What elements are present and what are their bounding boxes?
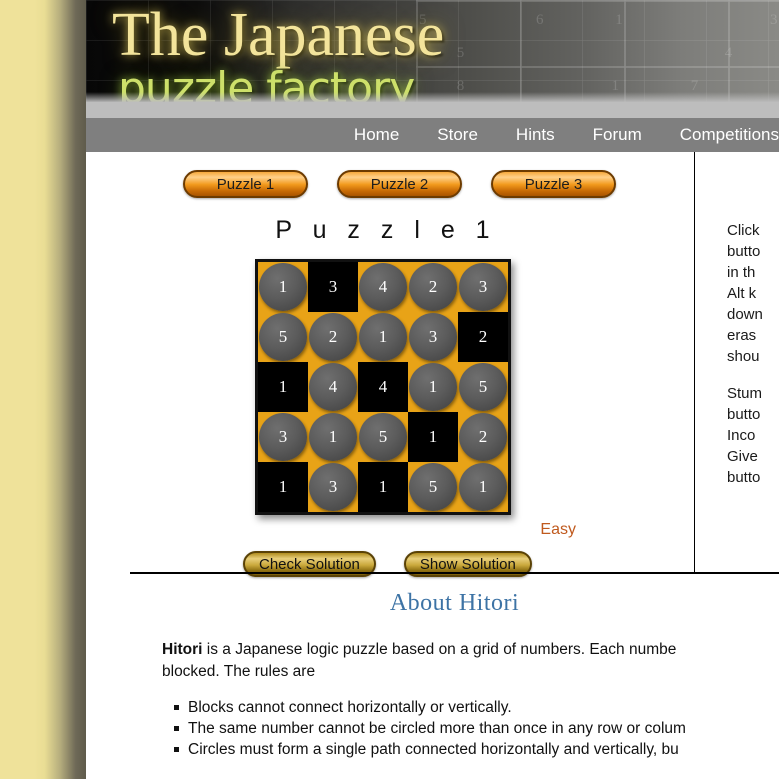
rule-item: The same number cannot be circled more t… <box>174 718 779 739</box>
grid-cell[interactable]: 2 <box>408 262 458 312</box>
grid-cell[interactable]: 1 <box>258 262 308 312</box>
nav-item-forum[interactable]: Forum <box>574 125 661 145</box>
sidebar-text-line: butto <box>727 469 761 486</box>
grid-cell-value: 2 <box>478 427 488 446</box>
grid-cell-value: 5 <box>428 477 438 496</box>
sidebar-text-line: shou <box>727 348 760 365</box>
site-banner: 5 6 1 3 5 4 8 1 7 2 1 2 The Japanese puz… <box>86 0 779 118</box>
grid-cell-value: 4 <box>328 377 338 396</box>
sidebar-text-line: Give <box>727 448 758 465</box>
grid-cell[interactable]: 1 <box>408 412 458 462</box>
grid-cell[interactable]: 1 <box>408 362 458 412</box>
rule-item: Circles must form a single path connecte… <box>174 739 779 760</box>
grid-cell[interactable]: 3 <box>258 412 308 462</box>
about-intro-line2: blocked. The rules are <box>162 663 316 680</box>
puzzle-2-button[interactable]: Puzzle 2 <box>337 170 462 198</box>
grid-cell-value: 1 <box>278 477 288 496</box>
grid-cell[interactable]: 2 <box>458 412 508 462</box>
section-divider <box>130 572 779 574</box>
grid-cell-value: 4 <box>378 377 388 396</box>
grid-cell-value: 3 <box>478 277 488 296</box>
grid-cell[interactable]: 4 <box>308 362 358 412</box>
grid-cell-value: 1 <box>428 427 438 446</box>
grid-cell[interactable]: 3 <box>408 312 458 362</box>
puzzle-title: P u z z l e 1 <box>275 216 497 244</box>
grid-cell[interactable]: 2 <box>308 312 358 362</box>
hitori-grid[interactable]: 1 3 4 2 3 5 2 1 3 2 1 4 4 1 5 3 1 5 1 2 1 3 1 5 1 <box>255 259 511 515</box>
nav-list: Home Store Hints Forum Competitions <box>335 125 779 145</box>
left-decorative-strip <box>0 0 86 779</box>
grid-cell-value: 3 <box>328 477 338 496</box>
instructions-sidebar: Click butto in th Alt k down eras shou Stum but… <box>694 152 779 572</box>
grid-cell-value: 1 <box>378 327 388 346</box>
grid-cell[interactable]: 1 <box>258 362 308 412</box>
grid-cell-value: 3 <box>428 327 438 346</box>
difficulty-label: Easy <box>540 521 576 538</box>
grid-cell[interactable]: 4 <box>358 362 408 412</box>
about-heading: About Hitori <box>389 590 520 616</box>
main-navigation: Home Store Hints Forum Competitions <box>86 118 779 152</box>
about-intro-text: Hitori is a Japanese logic puzzle based … <box>162 639 779 683</box>
grid-cell-value: 2 <box>328 327 338 346</box>
about-section: About Hitori Hitori is a Japanese logic … <box>130 572 779 760</box>
sidebar-text-line: in th <box>727 264 756 281</box>
grid-cell-value: 4 <box>378 277 388 296</box>
grid-cell-value: 1 <box>478 477 488 496</box>
puzzle-grid-wrapper: 1 3 4 2 3 5 2 1 3 2 1 4 4 1 5 3 1 5 1 2 1 3 1 5 1 <box>86 259 694 515</box>
sidebar-text-line: butto <box>727 406 761 423</box>
sidebar-text-line: Alt k <box>727 285 757 302</box>
grid-cell[interactable]: 5 <box>258 312 308 362</box>
grid-cell[interactable]: 1 <box>458 462 508 512</box>
grid-cell[interactable]: 1 <box>358 462 408 512</box>
grid-cell[interactable]: 1 <box>308 412 358 462</box>
puzzle-main-column: Puzzle 1 Puzzle 2 Puzzle 3 P u z z l e 1… <box>86 152 694 577</box>
page-column: 5 6 1 3 5 4 8 1 7 2 1 2 The Japanese puz… <box>86 0 779 779</box>
grid-cell[interactable]: 1 <box>258 462 308 512</box>
grid-cell-value: 1 <box>428 377 438 396</box>
puzzle-3-button[interactable]: Puzzle 3 <box>491 170 616 198</box>
grid-cell-value: 3 <box>328 277 338 296</box>
nav-item-hints[interactable]: Hints <box>497 125 574 145</box>
sidebar-text-line: butto <box>727 243 761 260</box>
grid-cell-value: 5 <box>278 327 288 346</box>
nav-item-store[interactable]: Store <box>418 125 497 145</box>
sidebar-text-line: Click <box>727 222 760 239</box>
grid-cell-value: 1 <box>328 427 338 446</box>
nav-item-competitions[interactable]: Competitions <box>661 125 779 145</box>
about-intro-line1: is a Japanese logic puzzle based on a gr… <box>202 641 677 658</box>
grid-cell-value: 2 <box>428 277 438 296</box>
grid-cell[interactable]: 3 <box>458 262 508 312</box>
grid-cell-value: 2 <box>478 327 488 346</box>
grid-cell[interactable]: 4 <box>358 262 408 312</box>
sidebar-text-line: Stum <box>727 385 763 402</box>
grid-cell[interactable]: 5 <box>408 462 458 512</box>
grid-cell[interactable]: 1 <box>358 312 408 362</box>
sidebar-text-line: Inco <box>727 427 756 444</box>
rules-list: Blocks cannot connect horizontally or ve… <box>166 697 779 760</box>
grid-cell-value: 1 <box>278 377 288 396</box>
sidebar-paragraph-2: Stum butto Inco Give butto <box>727 383 779 488</box>
about-intro-bold: Hitori <box>162 641 203 658</box>
grid-cell-value: 1 <box>378 477 388 496</box>
grid-cell[interactable]: 5 <box>358 412 408 462</box>
puzzle-selector: Puzzle 1 Puzzle 2 Puzzle 3 <box>86 152 694 198</box>
nav-item-home[interactable]: Home <box>335 125 418 145</box>
grid-cell-value: 5 <box>378 427 388 446</box>
sidebar-text-line: eras <box>727 327 757 344</box>
sidebar-text-line: down <box>727 306 763 323</box>
sidebar-paragraph-1: Click butto in th Alt k down eras shou <box>727 220 779 367</box>
grid-cell[interactable]: 5 <box>458 362 508 412</box>
puzzle-1-button[interactable]: Puzzle 1 <box>183 170 308 198</box>
grid-cell[interactable]: 3 <box>308 462 358 512</box>
rule-item: Blocks cannot connect horizontally or ve… <box>174 697 779 718</box>
site-logo-primary: The Japanese <box>112 1 445 69</box>
grid-cell-value: 1 <box>278 277 288 296</box>
banner-bottom-fade <box>86 92 779 118</box>
grid-cell-value: 3 <box>278 427 288 446</box>
grid-cell-value: 5 <box>478 377 488 396</box>
grid-cell[interactable]: 3 <box>308 262 358 312</box>
grid-cell[interactable]: 2 <box>458 312 508 362</box>
